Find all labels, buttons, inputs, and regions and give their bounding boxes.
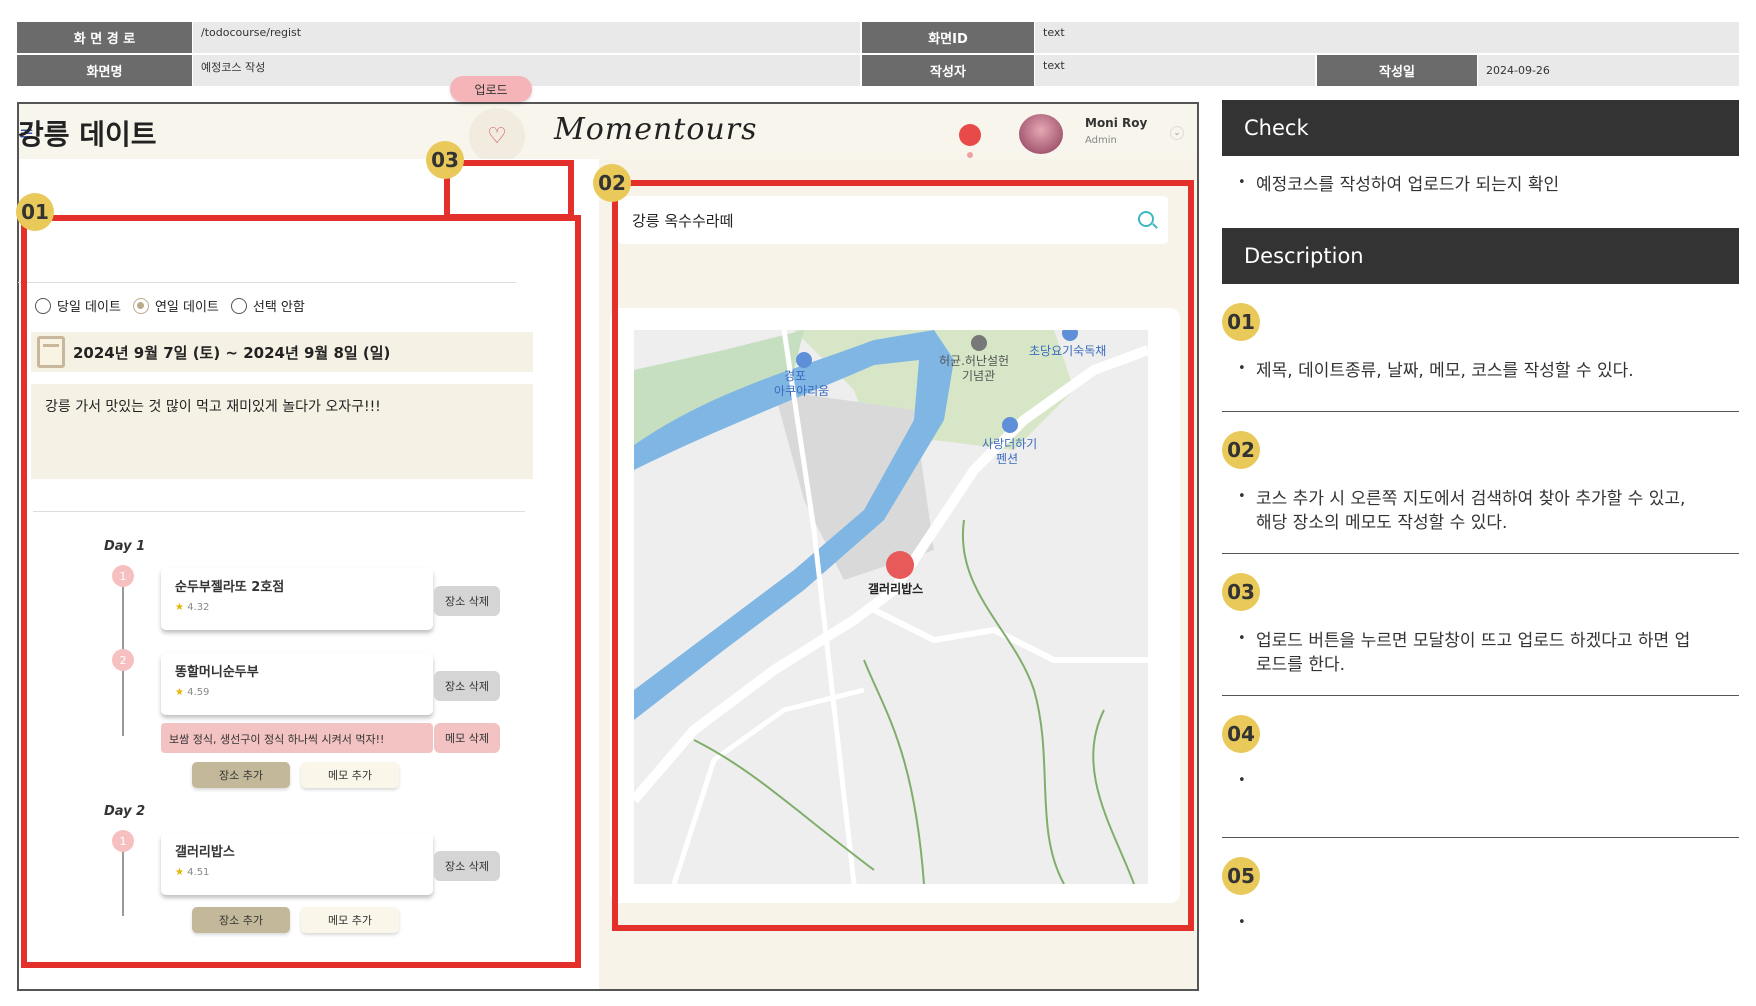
author-value: text [1035,55,1315,86]
separator [1222,553,1739,554]
course-title[interactable]: 강릉 데이트 [18,113,157,153]
annotation-box-02 [612,180,1194,931]
user-role: Admin [1085,135,1117,146]
desc-badge-02: 02 [1222,431,1260,469]
separator [1222,411,1739,412]
date-label: 작성일 [1317,55,1477,86]
path-label: 화 면 경 로 [17,22,192,53]
annotation-badge-01: 01 [16,193,54,231]
annotation-box-03 [444,160,574,220]
check-bullet: 예정코스를 작성하여 업로드가 되는지 확인 [1238,174,1698,198]
date-value: 2024-09-26 [1478,55,1739,86]
desc-text-03: 업로드 버튼을 누르면 모달창이 뜨고 업로드 하겠다고 하면 업로드를 한다. [1256,631,1691,675]
desc-badge-01: 01 [1222,303,1260,341]
top-bar: ≡ ♡ Momentours Moni Roy Admin ⌄ [19,104,1197,164]
chevron-down-icon[interactable]: ⌄ [1170,126,1184,140]
user-name: Moni Roy [1085,116,1148,130]
notification-dot [967,152,973,158]
desc-badge-03: 03 [1222,573,1260,611]
desc-bullet-02: 코스 추가 시 오른쪽 지도에서 검색하여 찾아 추가할 수 있고, 해당 장소… [1238,488,1698,536]
avatar[interactable] [1019,114,1063,154]
screen-id-value: text [1035,22,1739,53]
notification-icon[interactable] [959,124,981,146]
check-header: Check [1222,100,1739,156]
desc-text-01: 제목, 데이트종류, 날짜, 메모, 코스를 작성할 수 있다. [1256,361,1634,381]
desc-badge-04: 04 [1222,715,1260,753]
logo-icon: ♡ [469,108,525,164]
desc-bullet-01: 제목, 데이트종류, 날짜, 메모, 코스를 작성할 수 있다. [1238,360,1698,384]
desc-badge-05: 05 [1222,857,1260,895]
separator [1222,837,1739,838]
check-text: 예정코스를 작성하여 업로드가 되는지 확인 [1256,175,1560,195]
desc-text-02: 코스 추가 시 오른쪽 지도에서 검색하여 찾아 추가할 수 있고, 해당 장소… [1256,489,1686,533]
upload-button[interactable]: 업로드 [450,76,532,102]
annotation-badge-02: 02 [593,164,631,202]
screen-id-label: 화면ID [862,22,1034,53]
author-label: 작성자 [862,55,1034,86]
desc-bullet-03: 업로드 버튼을 누르면 모달창이 뜨고 업로드 하겠다고 하면 업로드를 한다. [1238,630,1698,678]
annotation-badge-03: 03 [426,141,464,179]
spec-header-table: 화 면 경 로 /todocourse/regist 화면ID text 화면명… [17,22,1739,87]
logo-text: Momentours [554,112,758,147]
path-value: /todocourse/regist [193,22,860,53]
screen-name-label: 화면명 [17,55,192,86]
separator [1222,695,1739,696]
annotation-box-01 [21,215,581,968]
description-header: Description [1222,228,1739,284]
